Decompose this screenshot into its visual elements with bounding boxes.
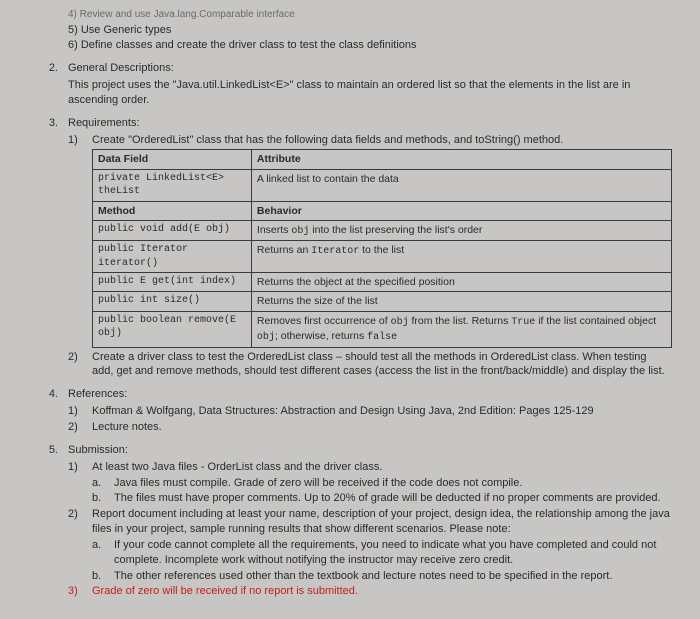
- text: Lecture notes.: [92, 420, 162, 435]
- cell: public void add(E obj): [93, 220, 252, 241]
- th: Behavior: [251, 201, 671, 220]
- item-num: 2): [68, 507, 84, 522]
- text: The files must have proper comments. Up …: [114, 491, 661, 506]
- section-num: 5.: [36, 443, 58, 458]
- item-num: 1): [68, 460, 84, 475]
- text: Create a driver class to test the Ordere…: [92, 350, 670, 380]
- section-general: 2. General Descriptions: This project use…: [36, 61, 670, 108]
- objectives-tail: 4) Review and use Java.lang.Comparable i…: [68, 8, 670, 53]
- text: Report document including at least your …: [92, 507, 670, 537]
- spec-table: Data FieldAttribute private LinkedList<E…: [92, 149, 672, 347]
- text: Java files must compile. Grade of zero w…: [114, 476, 522, 491]
- text: 6) Define classes and create the driver …: [68, 38, 417, 53]
- section-num: 4.: [36, 387, 58, 402]
- section-title: References:: [68, 387, 127, 402]
- section-requirements: 3. Requirements: 1) Create "OrderedList" c…: [36, 116, 670, 380]
- section-title: Requirements:: [68, 116, 140, 131]
- cell: public E get(int index): [93, 273, 252, 292]
- cell: public int size(): [93, 292, 252, 311]
- item-num: 3): [68, 584, 84, 599]
- section-title: Submission:: [68, 443, 128, 458]
- cell: Returns the object at the specified posi…: [251, 273, 671, 292]
- cell: public Iterator iterator(): [93, 241, 252, 273]
- cell: Removes first occurrence of obj from the…: [251, 311, 671, 347]
- item-num: a.: [92, 538, 108, 553]
- item-num: b.: [92, 569, 108, 584]
- text: Koffman & Wolfgang, Data Structures: Abs…: [92, 404, 594, 419]
- cell: Returns an Iterator to the list: [251, 241, 671, 273]
- text: If your code cannot complete all the req…: [114, 538, 670, 568]
- th: Data Field: [93, 150, 252, 169]
- item-num: 2): [68, 420, 84, 435]
- text: 4) Review and use Java.lang.Comparable i…: [68, 8, 295, 22]
- section-submission: 5. Submission: 1) At least two Java files …: [36, 443, 670, 599]
- item-num: 1): [68, 133, 84, 148]
- section-num: 2.: [36, 61, 58, 76]
- cell: Inserts obj into the list preserving the…: [251, 220, 671, 241]
- cell: A linked list to contain the data: [251, 169, 671, 201]
- item-num: 1): [68, 404, 84, 419]
- th: Attribute: [251, 150, 671, 169]
- section-references: 4. References: 1) Koffman & Wolfgang, Data…: [36, 387, 670, 435]
- text: The other references used other than the…: [114, 569, 612, 584]
- text: At least two Java files - OrderList clas…: [92, 460, 382, 475]
- cell: public boolean remove(E obj): [93, 311, 252, 347]
- cell: private LinkedList<E> theList: [93, 169, 252, 201]
- text: This project uses the "Java.util.LinkedL…: [68, 78, 670, 108]
- item-num: 2): [68, 350, 84, 365]
- cell: Returns the size of the list: [251, 292, 671, 311]
- section-num: 3.: [36, 116, 58, 131]
- th: Method: [93, 201, 252, 220]
- item-num: b.: [92, 491, 108, 506]
- warning-text: Grade of zero will be received if no rep…: [92, 584, 358, 599]
- item-num: a.: [92, 476, 108, 491]
- text: 5) Use Generic types: [68, 23, 171, 38]
- section-title: General Descriptions:: [68, 61, 174, 76]
- text: Create "OrderedList" class that has the …: [92, 133, 563, 148]
- document-page: 4) Review and use Java.lang.Comparable i…: [0, 0, 700, 619]
